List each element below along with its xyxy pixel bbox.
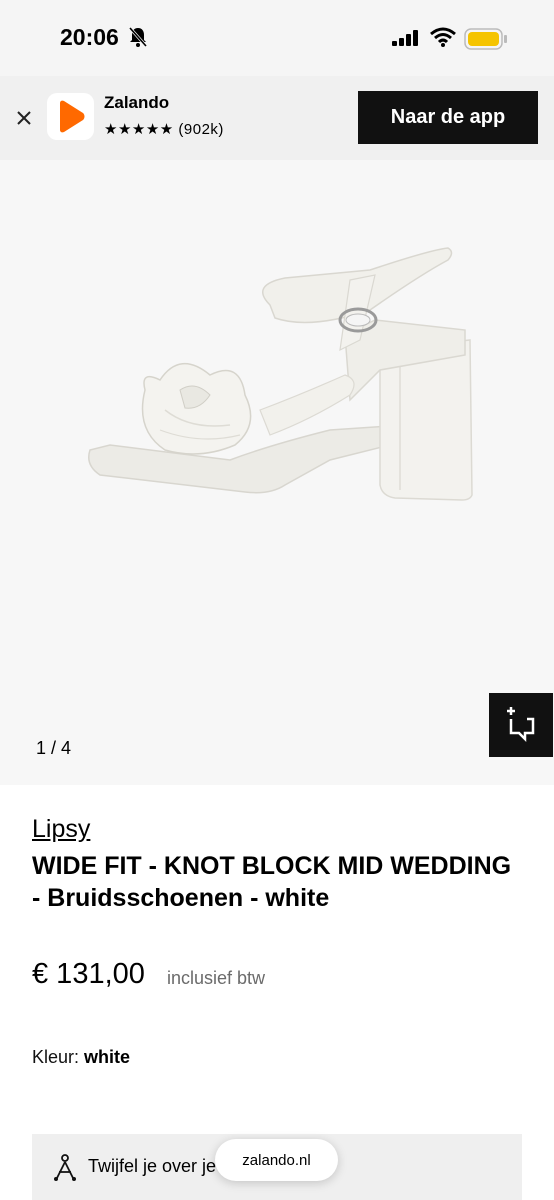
zalando-logo-icon	[47, 93, 94, 140]
close-icon[interactable]	[12, 106, 36, 130]
brand-link[interactable]: Lipsy	[32, 815, 90, 844]
product-title: WIDE FIT - KNOT BLOCK MID WEDDING - Brui…	[32, 852, 512, 912]
wishlist-button[interactable]	[489, 693, 553, 757]
product-image-sandal	[88, 247, 473, 501]
color-label: Kleur:	[32, 1047, 80, 1067]
browser-url-bar[interactable]: zalando.nl	[215, 1139, 338, 1181]
product-price: € 131,00	[32, 958, 145, 990]
browser-url: zalando.nl	[242, 1151, 311, 1169]
vat-note: inclusief btw	[167, 968, 266, 988]
image-counter: 1 / 4	[36, 738, 72, 758]
color-value: white	[84, 1047, 131, 1067]
size-fit-icon	[54, 1154, 76, 1181]
battery-icon	[464, 28, 507, 50]
app-rating: ★★★★★ (902k)	[104, 121, 224, 138]
app-banner: Zalando ★★★★★ (902k) Naar de app	[0, 76, 554, 160]
bell-muted-icon	[128, 27, 148, 47]
product-image-gallery[interactable]: 1 / 4	[0, 160, 554, 785]
wifi-icon	[430, 27, 456, 47]
signal-icon	[392, 30, 418, 46]
color-row: Kleur: white	[32, 1047, 130, 1068]
app-name: Zalando	[104, 93, 170, 112]
open-app-button[interactable]: Naar de app	[358, 91, 538, 144]
status-time: 20:06	[60, 24, 119, 50]
wishlist-add-icon	[507, 707, 535, 743]
status-bar: 20:06	[0, 0, 554, 76]
